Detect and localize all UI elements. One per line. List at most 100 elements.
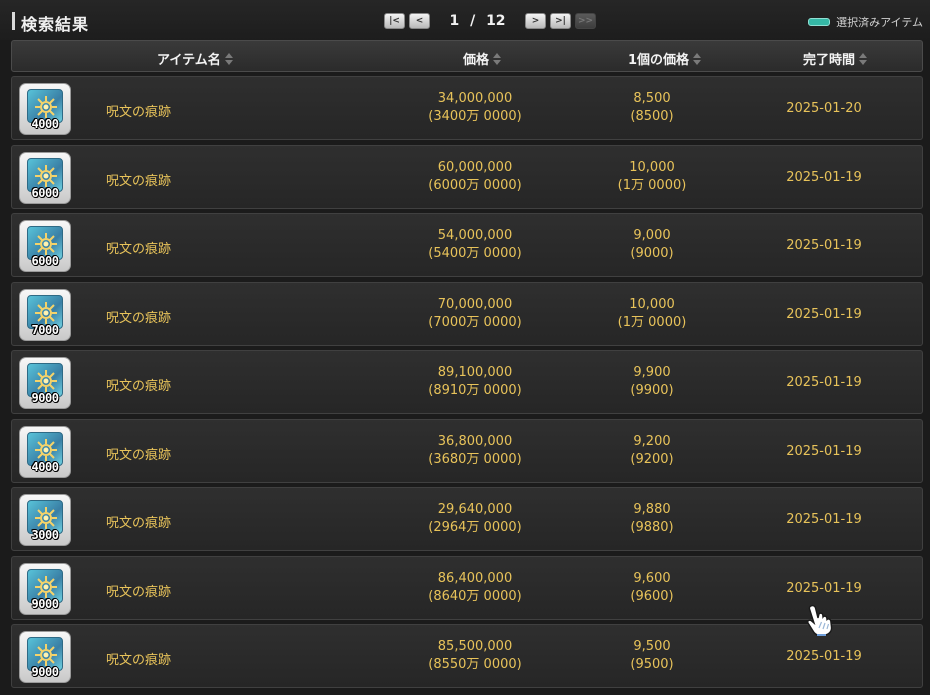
item-name[interactable]: 呪文の痕跡 [106,444,171,463]
price-value: 70,000,000 [437,296,513,312]
column-label: アイテム名 [157,53,221,68]
results-toolbar: 検索結果 |< < 1 / 12 > >| >> 選択済みアイテム [0,0,930,40]
first-page-button[interactable]: |< [384,13,405,29]
price-cell: 36,800,000 (3680万 0000) [415,433,535,469]
end-time: 2025-01-19 [786,580,862,596]
unit-price-cell: 9,500 (9500) [592,638,712,674]
end-time: 2025-01-20 [786,101,862,116]
item-quantity: 9000 [31,391,59,405]
item-quantity: 9000 [31,665,59,679]
price-cell: 85,500,000 (8550万 0000) [415,638,535,674]
column-header-item-name[interactable]: アイテム名 [157,49,234,68]
item-icon: 4000 [19,83,71,135]
unit-price-detail: (9000) [630,246,674,261]
unit-price-cell: 9,600 (9600) [592,570,712,606]
item-icon: 9000 [19,562,71,615]
item-name[interactable]: 呪文の痕跡 [106,512,171,531]
next-page-button[interactable]: > [525,13,546,29]
price-cell: 70,000,000 (7000万 0000) [415,296,535,332]
item-quantity: 9000 [31,596,59,611]
unit-price-detail: (9500) [630,657,674,672]
sort-icon [493,53,502,65]
table-row[interactable]: 4000 呪文の痕跡 34,000,000 (3400万 0000) 8,500 (… [11,76,923,140]
item-name[interactable]: 呪文の痕跡 [106,307,171,326]
item-name[interactable]: 呪文の痕跡 [106,375,171,394]
item-quantity: 6000 [31,185,59,200]
price-value: 89,100,000 [437,365,513,380]
item-icon: 4000 [19,425,71,478]
price-cell: 60,000,000 (6000万 0000) [415,159,535,195]
unit-price-value: 9,880 [633,502,671,517]
table-row[interactable]: 4000 呪文の痕跡 36,800,000 (3680万 0000) 9,200 (… [11,418,923,483]
item-name[interactable]: 呪文の痕跡 [106,581,171,600]
price-detail: (3400万 0000) [428,109,522,124]
item-icon: 6000 [19,220,71,272]
jump-page-button[interactable]: >> [575,13,596,29]
total-pages: 12 [486,13,506,29]
item-name[interactable]: 呪文の痕跡 [106,238,171,257]
last-page-button[interactable]: >| [550,13,571,29]
price-detail: (2964万 0000) [428,520,522,535]
price-detail: (3680万 0000) [428,451,522,467]
price-detail: (6000万 0000) [428,177,522,193]
unit-price-value: 8,500 [633,91,671,106]
unit-price-detail: (1万 0000) [617,177,687,193]
unit-price-cell: 10,000 (1万 0000) [592,296,712,332]
item-quantity: 3000 [31,528,59,542]
unit-price-cell: 9,900 (9900) [592,364,712,400]
sort-icon [224,53,234,65]
table-row[interactable]: 7000 呪文の痕跡 70,000,000 (7000万 0000) 10,000… [11,281,923,346]
column-label: 1個の価格 [628,53,690,68]
item-icon: 6000 [19,151,71,204]
table-row[interactable]: 9000 呪文の痕跡 85,500,000 (8550万 0000) 9,500 (… [11,624,923,688]
legend-swatch [808,18,831,26]
price-value: 29,640,000 [437,502,513,517]
unit-price-value: 9,000 [633,228,671,243]
table-row[interactable]: 6000 呪文の痕跡 60,000,000 (6000万 0000) 10,000… [11,144,923,209]
unit-price-value: 9,200 [633,433,671,449]
unit-price-detail: (1万 0000) [617,314,687,330]
unit-price-value: 10,000 [629,296,675,312]
end-time: 2025-01-19 [786,443,862,459]
price-value: 86,400,000 [437,570,513,586]
item-icon: 9000 [19,357,71,409]
item-icon: 3000 [19,494,71,546]
prev-page-button[interactable]: < [409,13,430,29]
pagination: |< < 1 / 12 > >| >> [384,12,596,30]
unit-price-cell: 8,500 (8500) [592,90,712,126]
unit-price-cell: 9,200 (9200) [592,433,712,469]
column-label: 完了時間 [803,53,856,68]
price-value: 54,000,000 [437,228,513,243]
table-header: アイテム名 価格 1個の価格 完了時間 [11,40,923,72]
sort-icon [693,53,702,65]
item-name[interactable]: 呪文の痕跡 [106,649,171,668]
unit-price-cell: 10,000 (1万 0000) [592,159,712,195]
unit-price-value: 9,900 [633,365,671,380]
item-quantity: 7000 [31,322,59,337]
price-detail: (8550万 0000) [428,657,522,672]
page-indicator: 1 / 12 [430,13,525,29]
legend-label: 選択済みアイテム [836,16,923,29]
unit-price-cell: 9,880 (9880) [592,501,712,537]
item-quantity: 4000 [31,459,59,474]
table-row[interactable]: 9000 呪文の痕跡 89,100,000 (8910万 0000) 9,900 (… [11,350,923,414]
price-cell: 86,400,000 (8640万 0000) [415,570,535,606]
table-row[interactable]: 9000 呪文の痕跡 86,400,000 (8640万 0000) 9,600 (… [11,555,923,620]
table-row[interactable]: 6000 呪文の痕跡 54,000,000 (5400万 0000) 9,000 (… [11,213,923,277]
hand-cursor-icon [806,604,836,640]
price-cell: 34,000,000 (3400万 0000) [415,90,535,126]
column-header-price[interactable]: 価格 [463,49,502,68]
end-time: 2025-01-19 [786,306,862,322]
item-name[interactable]: 呪文の痕跡 [106,170,171,189]
column-header-unit-price[interactable]: 1個の価格 [628,49,702,68]
item-quantity: 6000 [31,254,59,268]
selected-items-legend: 選択済みアイテム [808,14,923,30]
unit-price-value: 9,600 [633,570,671,586]
item-icon: 9000 [19,631,71,683]
price-value: 60,000,000 [437,159,513,175]
column-header-end-time[interactable]: 完了時間 [803,49,868,68]
table-row[interactable]: 3000 呪文の痕跡 29,640,000 (2964万 0000) 9,880 (… [11,487,923,551]
item-name[interactable]: 呪文の痕跡 [106,101,171,120]
sort-icon [859,53,868,65]
unit-price-value: 10,000 [629,159,675,175]
